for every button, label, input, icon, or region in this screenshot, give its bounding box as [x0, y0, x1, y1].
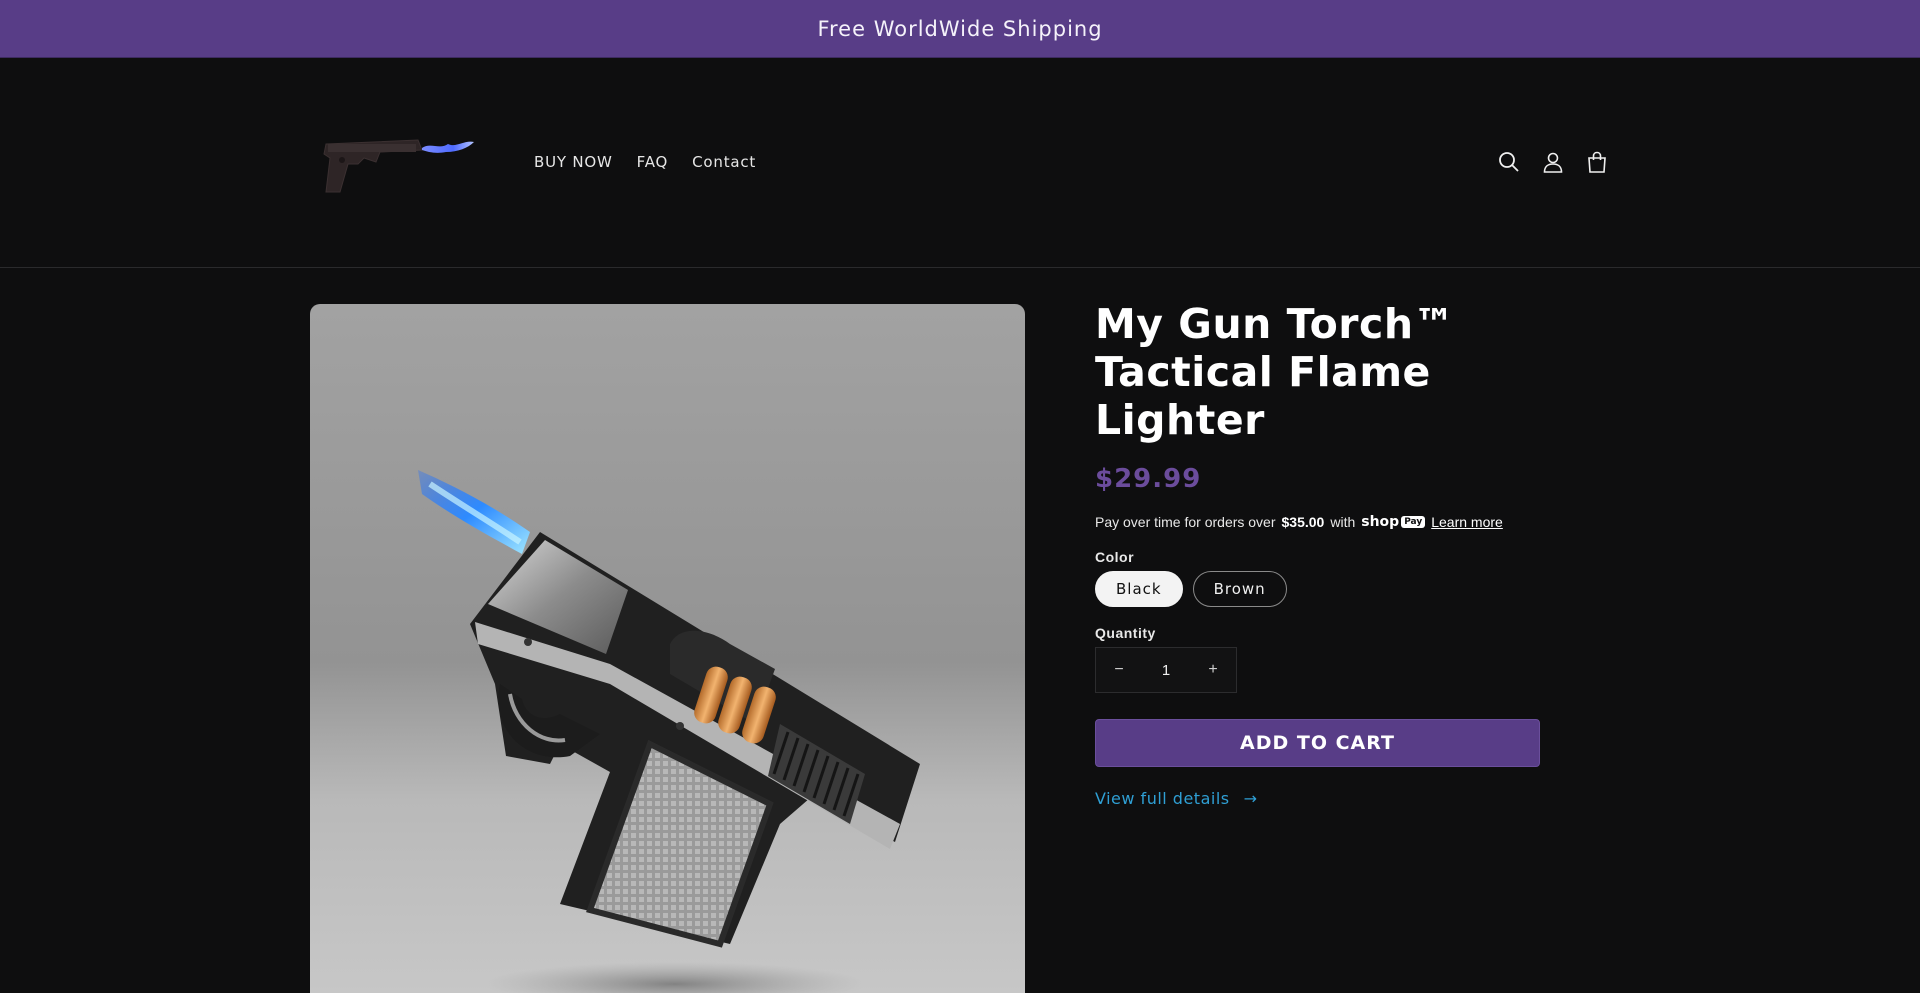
announcement-text: Free WorldWide Shipping: [817, 16, 1103, 41]
color-label: Color: [1095, 549, 1135, 565]
add-to-cart-button[interactable]: ADD TO CART: [1095, 719, 1540, 767]
main-nav: BUY NOW FAQ Contact: [534, 153, 756, 171]
nav-faq[interactable]: FAQ: [637, 153, 668, 171]
nav-buy-now[interactable]: BUY NOW: [534, 153, 613, 171]
announcement-bar: Free WorldWide Shipping: [0, 0, 1920, 58]
nav-contact[interactable]: Contact: [692, 153, 756, 171]
view-full-details-link[interactable]: View full details →: [1095, 789, 1555, 808]
product-price: $29.99: [1095, 464, 1202, 494]
color-option-black[interactable]: Black: [1095, 571, 1183, 607]
shop-pay-badge: Pay: [1401, 516, 1426, 528]
shop-pay-installments: Pay over time for orders over $35.00 wit…: [1095, 514, 1555, 530]
installments-with: with: [1330, 514, 1356, 530]
color-option-brown[interactable]: Brown: [1192, 571, 1287, 607]
shop-pay-logo: shop Pay: [1361, 514, 1426, 530]
account-icon[interactable]: [1541, 150, 1565, 174]
quantity-decrease-button[interactable]: −: [1096, 647, 1142, 693]
installments-amount: $35.00: [1281, 514, 1325, 530]
site-header: BUY NOW FAQ Contact: [0, 58, 1920, 268]
quantity-increase-button[interactable]: +: [1190, 647, 1236, 693]
quantity-input[interactable]: 1: [1162, 662, 1170, 679]
color-options: Black Brown: [1095, 571, 1555, 607]
product-info: My Gun Torch™ Tactical Flame Lighter $29…: [1095, 300, 1555, 808]
product-image[interactable]: [310, 304, 1025, 993]
learn-more-link[interactable]: Learn more: [1431, 514, 1503, 530]
search-icon[interactable]: [1497, 150, 1521, 174]
quantity-stepper: − 1 +: [1095, 647, 1237, 693]
arrow-right-icon: →: [1243, 789, 1258, 808]
store-logo[interactable]: [318, 128, 478, 198]
cart-icon[interactable]: [1585, 150, 1609, 174]
view-full-details-label: View full details: [1095, 789, 1230, 808]
quantity-label: Quantity: [1095, 625, 1156, 641]
header-icons: [1497, 150, 1609, 174]
product-title: My Gun Torch™ Tactical Flame Lighter: [1095, 300, 1456, 444]
installments-prefix: Pay over time for orders over: [1095, 514, 1276, 530]
shop-pay-brand: shop: [1361, 514, 1400, 530]
